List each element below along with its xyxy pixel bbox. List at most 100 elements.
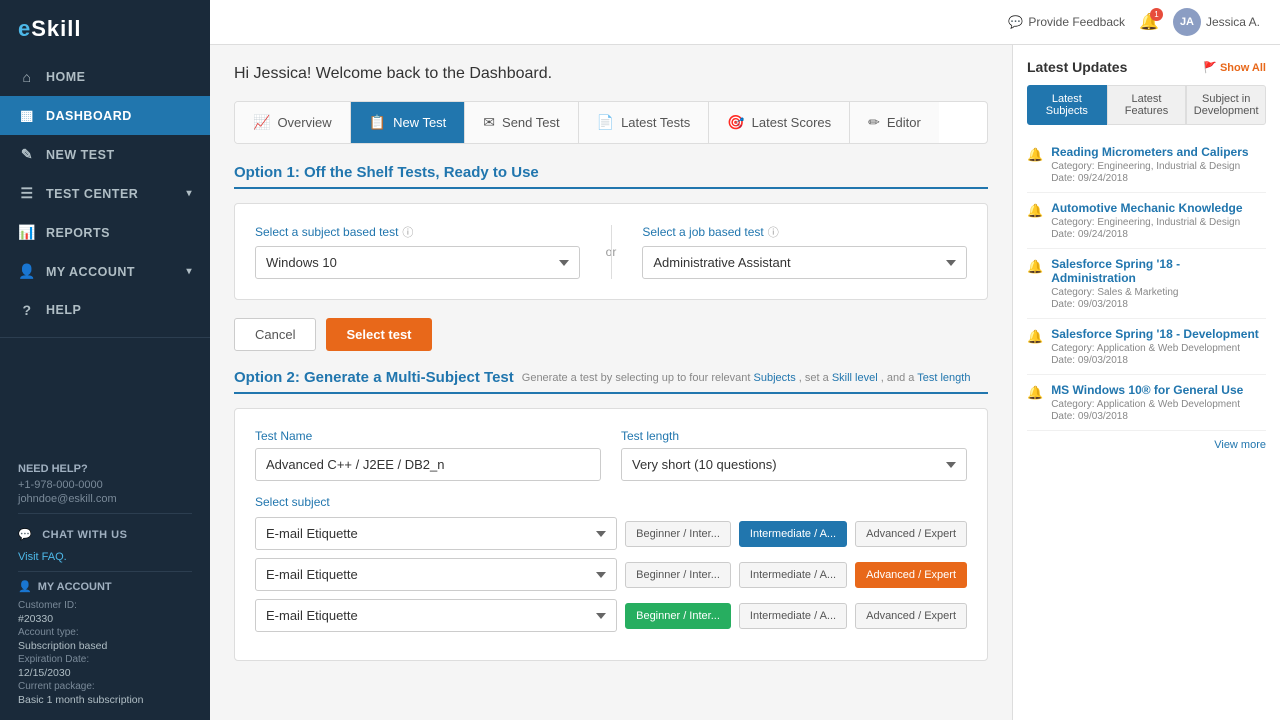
sidebar-item-dashboard[interactable]: ▦ Dashboard <box>0 96 210 135</box>
subject-select[interactable]: Windows 10 Microsoft Word Excel <box>255 246 580 279</box>
panel-title: Latest Updates 🚩 Show All <box>1027 59 1266 75</box>
flag-icon: 🚩 <box>1203 62 1217 74</box>
subject-dropdown-1[interactable]: E-mail Etiquette <box>255 517 617 550</box>
sidebar-item-home[interactable]: ⌂ Home <box>0 58 210 96</box>
skill-link[interactable]: Skill level <box>832 372 878 384</box>
avatar: JA <box>1173 8 1201 36</box>
skill-btn-advanced-3[interactable]: Advanced / Expert <box>855 603 967 629</box>
sidebar-item-reports[interactable]: 📊 Reports <box>0 213 210 252</box>
my-account-label: MY ACCOUNT <box>38 581 112 593</box>
expiration-label: Expiration Date: <box>18 654 192 665</box>
update-date-4: Date: 09/03/2018 <box>1051 355 1266 366</box>
subjects-link[interactable]: Subjects <box>754 372 796 384</box>
update-item-3: 🔔 Salesforce Spring '18 - Administration… <box>1027 249 1266 319</box>
update-category-5: Category: Application & Web Development <box>1051 399 1266 410</box>
my-account-icon: 👤 <box>18 263 36 280</box>
panel-tab-subjects[interactable]: Latest Subjects <box>1027 85 1107 125</box>
update-category-2: Category: Engineering, Industrial & Desi… <box>1051 217 1266 228</box>
tab-latest-tests[interactable]: 📄 Latest Tests <box>579 102 710 143</box>
update-content-5: MS Windows 10® for General Use Category:… <box>1051 383 1266 422</box>
option2-hint: Generate a test by selecting up to four … <box>522 372 971 384</box>
update-category-4: Category: Application & Web Development <box>1051 343 1266 354</box>
subject-dropdown-2[interactable]: E-mail Etiquette <box>255 558 617 591</box>
sidebar-item-my-account[interactable]: 👤 My Account ▾ <box>0 252 210 291</box>
skill-btn-intermediate-3[interactable]: Intermediate / A... <box>739 603 847 629</box>
sidebar-item-test-center[interactable]: ☰ Test Center ▾ <box>0 174 210 213</box>
chat-with-us[interactable]: 💬 CHAT WITH US <box>18 522 192 547</box>
test-length-select[interactable]: Very short (10 questions) Short (20 ques… <box>621 448 967 481</box>
sidebar-item-label: Reports <box>46 226 110 240</box>
send-test-icon: ✉ <box>483 114 495 131</box>
job-label: Select a job based test ⓘ <box>642 224 967 240</box>
update-item-5: 🔔 MS Windows 10® for General Use Categor… <box>1027 375 1266 431</box>
update-title-2[interactable]: Automotive Mechanic Knowledge <box>1051 201 1266 215</box>
skill-btn-beginner-2[interactable]: Beginner / Inter... <box>625 562 731 588</box>
job-select[interactable]: Administrative Assistant Accountant Data… <box>642 246 967 279</box>
update-title-5[interactable]: MS Windows 10® for General Use <box>1051 383 1266 397</box>
tab-label: New Test <box>393 115 446 130</box>
panel-tab-development[interactable]: Subject in Development <box>1186 85 1266 125</box>
update-date-3: Date: 09/03/2018 <box>1051 299 1266 310</box>
option2-fields-row: Test Name Test length Very short (10 que… <box>255 429 967 481</box>
user-profile[interactable]: JA Jessica A. <box>1173 8 1260 36</box>
sidebar-item-label: Dashboard <box>46 109 132 123</box>
tab-overview[interactable]: 📈 Overview <box>235 102 351 143</box>
panel-tab-features[interactable]: Latest Features <box>1107 85 1187 125</box>
subject-select-2: E-mail Etiquette <box>255 558 617 591</box>
tab-latest-scores[interactable]: 🎯 Latest Scores <box>709 102 850 143</box>
update-date-1: Date: 09/24/2018 <box>1051 173 1266 184</box>
tab-label: Latest Scores <box>752 115 832 130</box>
update-title-4[interactable]: Salesforce Spring '18 - Development <box>1051 327 1266 341</box>
length-link[interactable]: Test length <box>917 372 970 384</box>
sidebar-item-help[interactable]: ? Help <box>0 291 210 329</box>
sidebar-item-new-test[interactable]: ✎ New Test <box>0 135 210 174</box>
need-help-title: NEED HELP? <box>18 463 192 475</box>
skill-btn-beginner-3[interactable]: Beginner / Inter... <box>625 603 731 629</box>
skill-btn-intermediate-2[interactable]: Intermediate / A... <box>739 562 847 588</box>
subject-dropdown-3[interactable]: E-mail Etiquette <box>255 599 617 632</box>
test-center-icon: ☰ <box>18 185 36 202</box>
select-test-button[interactable]: Select test <box>326 318 431 351</box>
subject-row-1: E-mail Etiquette Beginner / Inter... Int… <box>255 517 967 550</box>
view-more[interactable]: View more <box>1027 431 1266 451</box>
test-length-label: Test length <box>621 429 967 443</box>
feedback-icon: 💬 <box>1008 15 1023 29</box>
logo: eSkill <box>0 0 210 58</box>
option1-row: Select a subject based test ⓘ Windows 10… <box>255 224 967 279</box>
tab-new-test[interactable]: 📋 New Test <box>351 102 466 143</box>
info-icon-job[interactable]: ⓘ <box>768 224 779 240</box>
right-panel: Latest Updates 🚩 Show All Latest Subject… <box>1012 45 1280 720</box>
subject-select-1: E-mail Etiquette <box>255 517 617 550</box>
skill-btn-advanced-2[interactable]: Advanced / Expert <box>855 562 967 588</box>
notifications[interactable]: 🔔 1 <box>1139 12 1159 32</box>
action-buttons: Cancel Select test <box>234 318 988 351</box>
update-item-4: 🔔 Salesforce Spring '18 - Development Ca… <box>1027 319 1266 375</box>
info-icon[interactable]: ⓘ <box>402 224 413 240</box>
editor-icon: ✏ <box>868 114 880 131</box>
update-title-1[interactable]: Reading Micrometers and Calipers <box>1051 145 1266 159</box>
show-all-button[interactable]: 🚩 Show All <box>1203 61 1266 74</box>
home-icon: ⌂ <box>18 69 36 85</box>
skill-btn-intermediate-1[interactable]: Intermediate / A... <box>739 521 847 547</box>
overview-icon: 📈 <box>253 114 270 131</box>
skill-btn-advanced-1[interactable]: Advanced / Expert <box>855 521 967 547</box>
main-content: Hi Jessica! Welcome back to the Dashboar… <box>210 45 1012 720</box>
update-date-5: Date: 09/03/2018 <box>1051 411 1266 422</box>
tab-editor[interactable]: ✏ Editor <box>850 102 939 143</box>
subject-label: Select a subject based test ⓘ <box>255 224 580 240</box>
sidebar-bottom: NEED HELP? +1-978-000-0000 johndoe@eskil… <box>0 451 210 720</box>
cancel-button[interactable]: Cancel <box>234 318 316 351</box>
test-name-input[interactable] <box>255 448 601 481</box>
tab-label: Send Test <box>502 115 560 130</box>
update-title-3[interactable]: Salesforce Spring '18 - Administration <box>1051 257 1266 285</box>
feedback-label: Provide Feedback <box>1028 15 1125 29</box>
subject-row-2: E-mail Etiquette Beginner / Inter... Int… <box>255 558 967 591</box>
tab-send-test[interactable]: ✉ Send Test <box>465 102 578 143</box>
expiration-value: 12/15/2030 <box>18 667 192 679</box>
visit-faq[interactable]: Visit FAQ. <box>18 551 192 563</box>
help-icon: ? <box>18 302 36 318</box>
update-date-2: Date: 09/24/2018 <box>1051 229 1266 240</box>
topbar: 💬 Provide Feedback 🔔 1 JA Jessica A. <box>210 0 1280 45</box>
skill-btn-beginner-1[interactable]: Beginner / Inter... <box>625 521 731 547</box>
provide-feedback[interactable]: 💬 Provide Feedback <box>1008 15 1125 29</box>
